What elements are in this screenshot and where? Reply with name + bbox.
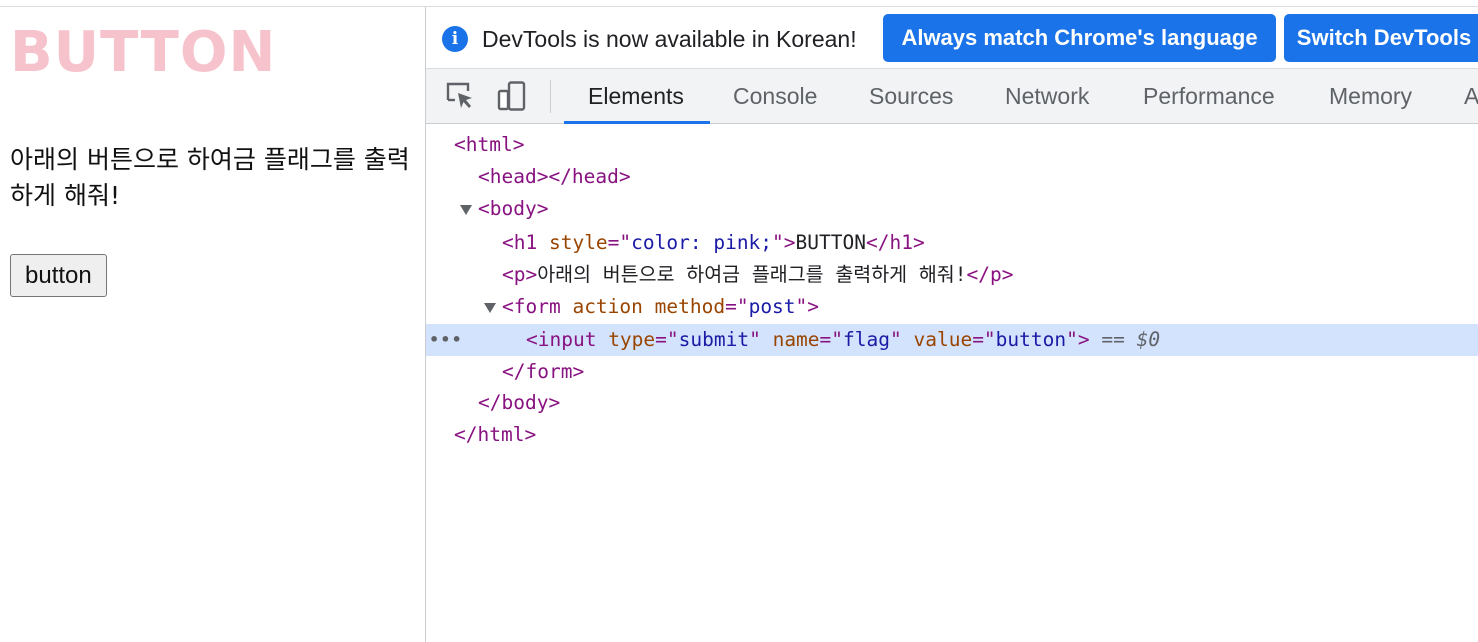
triangle-down-icon[interactable] (460, 205, 472, 215)
input-eq-1: =" (655, 328, 679, 351)
always-match-language-button[interactable]: Always match Chrome's language (883, 14, 1276, 62)
tag-html-open: <html> (454, 133, 525, 156)
tab-elements[interactable]: Elements (588, 69, 684, 124)
input-eq-3: =" (972, 328, 996, 351)
p-open: <p> (502, 263, 538, 286)
form-open: <form (502, 295, 573, 318)
tab-console[interactable]: Console (733, 69, 817, 124)
toolbar-separator (550, 80, 551, 113)
input-name-value: flag (843, 328, 890, 351)
input-open: <input (526, 328, 609, 351)
inspect-element-icon[interactable] (444, 80, 476, 112)
language-infobar: i DevTools is now available in Korean! A… (426, 7, 1478, 69)
elements-dom-tree: <html> <head></head> <body> <h1 style="c… (426, 124, 1478, 642)
device-toolbar-icon[interactable] (496, 80, 528, 112)
tag-form-close: </form> (502, 360, 585, 383)
form-open-end: "> (795, 295, 820, 318)
form-line: <form action method="post"> (502, 291, 819, 323)
dom-node-body-close[interactable]: </body> (426, 387, 1478, 419)
h1-attr-style: style (548, 231, 608, 254)
input-attr-name: name (772, 328, 820, 351)
input-type-value: submit (678, 328, 750, 351)
dom-node-p[interactable]: <p>아래의 버튼으로 하여금 플래그를 출력하게 해줘!</p> (426, 259, 1478, 291)
tab-network[interactable]: Network (1005, 69, 1089, 124)
tag-html-close: </html> (454, 423, 537, 446)
infobar-message: DevTools is now available in Korean! (482, 26, 857, 52)
input-quote-2: " (890, 328, 914, 351)
p-line: <p>아래의 버튼으로 하여금 플래그를 출력하게 해줘!</p> (502, 259, 1013, 291)
h1-text: BUTTON (795, 231, 866, 254)
tag-body-open: <body> (478, 197, 549, 220)
selected-marker-var: $0 (1136, 328, 1161, 351)
tab-sources[interactable]: Sources (869, 69, 953, 124)
info-icon: i (442, 26, 468, 52)
h1-style-value: color: pink; (631, 231, 773, 254)
input-value-value: button (995, 328, 1067, 351)
triangle-down-icon[interactable] (484, 303, 496, 313)
form-method-value: post (748, 295, 796, 318)
page-heading: BUTTON (10, 20, 277, 85)
form-attr-action: action (572, 295, 643, 318)
submit-flag-button[interactable]: button (10, 254, 107, 297)
h1-line: <h1 style="color: pink;">BUTTON</h1> (502, 227, 925, 259)
tab-more-truncated[interactable]: A (1464, 69, 1478, 124)
form-attr-method: method (642, 295, 726, 318)
dom-node-html[interactable]: <html> (426, 129, 1478, 161)
selected-marker-eq: == (1089, 328, 1137, 351)
devtools-panel: i DevTools is now available in Korean! A… (426, 7, 1478, 642)
input-line: <input type="submit" name="flag" value="… (526, 324, 1160, 356)
node-actions-ellipsis[interactable]: ••• (429, 324, 463, 356)
dom-node-h1[interactable]: <h1 style="color: pink;">BUTTON</h1> (426, 227, 1478, 259)
dom-node-head[interactable]: <head></head> (426, 161, 1478, 193)
dom-node-html-close[interactable]: </html> (426, 419, 1478, 451)
rendered-page: BUTTON 아래의 버튼으로 하여금 플래그를 출력하게 해줘! button (0, 7, 425, 642)
page-paragraph: 아래의 버튼으로 하여금 플래그를 출력하게 해줘! (10, 145, 410, 210)
input-eq-2: =" (819, 328, 844, 351)
input-quote-1: " (749, 328, 773, 351)
switch-devtools-button[interactable]: Switch DevTools (1284, 14, 1478, 62)
h1-eq: =" (607, 231, 632, 254)
tab-performance[interactable]: Performance (1143, 69, 1275, 124)
tab-memory[interactable]: Memory (1329, 69, 1412, 124)
dom-node-form-close[interactable]: </form> (426, 356, 1478, 388)
h1-open: <h1 (502, 231, 549, 254)
form-eq: =" (725, 295, 749, 318)
h1-close: </h1> (865, 231, 925, 254)
tag-head: <head></head> (478, 165, 631, 188)
devtools-tabbar: Elements Console Sources Network Perform… (426, 69, 1478, 124)
p-text: 아래의 버튼으로 하여금 플래그를 출력하게 해줘! (537, 263, 967, 286)
dom-node-form[interactable]: <form action method="post"> (426, 291, 1478, 323)
dom-node-input-selected[interactable]: ••• <input type="submit" name="flag" val… (426, 324, 1478, 356)
dom-node-body[interactable]: <body> (426, 193, 1478, 225)
p-close: </p> (966, 263, 1014, 286)
h1-open-end: "> (772, 231, 796, 254)
input-attr-value: value (913, 328, 973, 351)
input-attr-type: type (608, 328, 656, 351)
input-open-end: "> (1066, 328, 1090, 351)
tag-body-close: </body> (478, 391, 561, 414)
